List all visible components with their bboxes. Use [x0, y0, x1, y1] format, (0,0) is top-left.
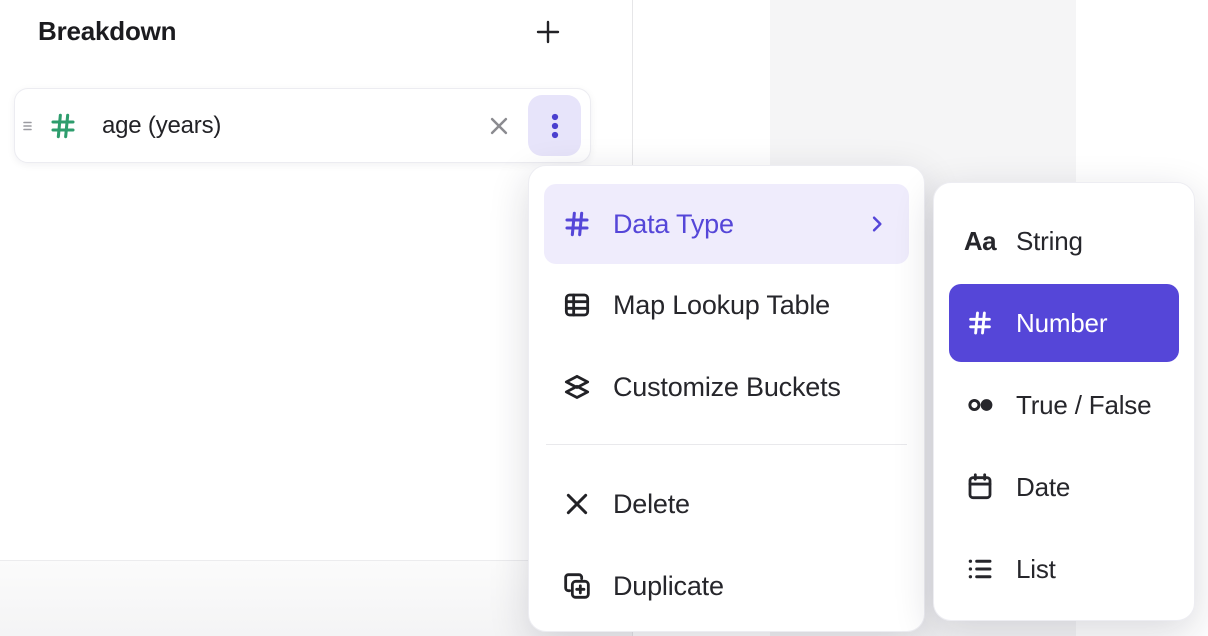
submenu-item-label: String — [1016, 226, 1083, 257]
menu-item-data-type[interactable]: Data Type — [544, 184, 909, 264]
field-options-button[interactable] — [528, 95, 581, 156]
remove-field-button[interactable] — [482, 109, 516, 143]
list-icon — [964, 553, 996, 585]
menu-item-map-lookup-table[interactable]: Map Lookup Table — [544, 264, 909, 346]
data-type-submenu: Aa String Number True / False — [933, 182, 1195, 621]
calendar-icon — [964, 471, 996, 503]
duplicate-icon — [561, 570, 593, 602]
submenu-item-true-false[interactable]: True / False — [934, 364, 1194, 446]
add-breakdown-button[interactable] — [528, 12, 568, 52]
field-options-menu: Data Type Map Lookup Table — [528, 165, 925, 632]
submenu-item-label: Date — [1016, 472, 1070, 503]
chevron-right-icon — [867, 214, 887, 234]
menu-item-customize-buckets[interactable]: Customize Buckets — [544, 346, 909, 428]
layers-icon — [561, 371, 593, 403]
number-type-hash-icon — [47, 110, 79, 142]
menu-item-label: Data Type — [613, 209, 734, 240]
field-name-label: age (years) — [102, 112, 221, 140]
close-icon — [484, 111, 514, 141]
x-icon — [561, 488, 593, 520]
menu-divider — [546, 444, 907, 445]
text-aa-icon: Aa — [964, 225, 996, 257]
app-screen: Breakdown age (years) — [0, 0, 1208, 636]
submenu-item-date[interactable]: Date — [934, 446, 1194, 528]
table-icon — [561, 289, 593, 321]
hash-icon — [964, 307, 996, 339]
menu-item-duplicate[interactable]: Duplicate — [544, 545, 909, 627]
menu-item-label: Customize Buckets — [613, 372, 841, 403]
menu-item-delete[interactable]: Delete — [544, 463, 909, 545]
boolean-circles-icon — [964, 389, 996, 421]
breakdown-section-title: Breakdown — [38, 16, 176, 47]
drag-handle-icon[interactable] — [21, 118, 37, 134]
breakdown-field-row[interactable]: age (years) — [14, 88, 591, 163]
submenu-item-label: List — [1016, 554, 1056, 585]
submenu-item-number[interactable]: Number — [949, 284, 1179, 362]
menu-item-label: Duplicate — [613, 571, 724, 602]
menu-item-label: Delete — [613, 489, 690, 520]
submenu-item-label: Number — [1016, 308, 1107, 339]
submenu-item-string[interactable]: Aa String — [934, 200, 1194, 282]
plus-icon — [532, 16, 564, 48]
menu-item-label: Map Lookup Table — [613, 290, 830, 321]
submenu-item-label: True / False — [1016, 390, 1151, 421]
submenu-item-list[interactable]: List — [934, 528, 1194, 610]
hash-icon — [561, 208, 593, 240]
dots-vertical-icon — [540, 111, 570, 141]
